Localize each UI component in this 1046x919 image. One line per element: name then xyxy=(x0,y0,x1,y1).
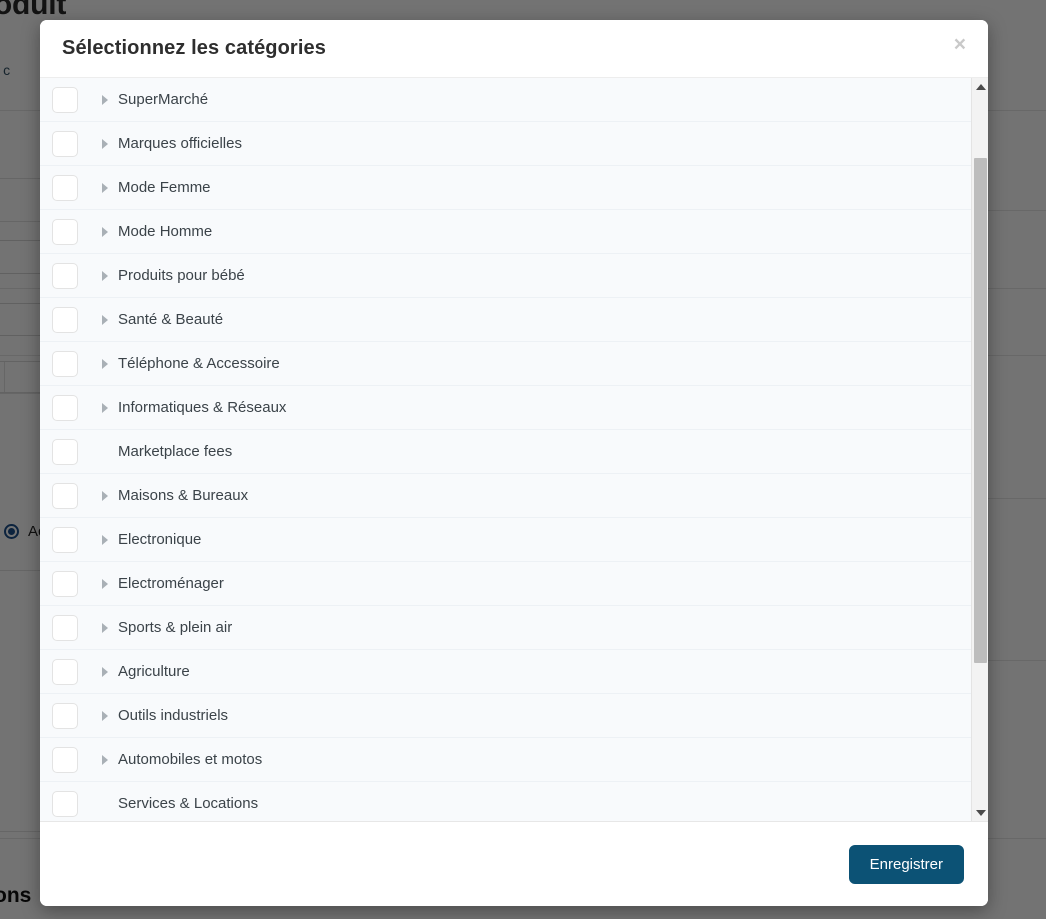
category-row[interactable]: Santé & Beauté xyxy=(40,298,988,342)
scroll-up-button[interactable] xyxy=(972,78,988,95)
expand-triangle-icon[interactable] xyxy=(102,402,108,413)
expand-triangle-icon[interactable] xyxy=(102,754,108,765)
category-row[interactable]: Marques officielles xyxy=(40,122,988,166)
category-checkbox[interactable] xyxy=(52,746,78,773)
triangle-up-icon xyxy=(975,83,986,90)
category-label: Sports & plein air xyxy=(118,619,233,636)
category-checkbox[interactable] xyxy=(52,702,78,729)
category-checkbox[interactable] xyxy=(52,394,78,421)
category-list-viewport: SuperMarché Marques officielles Mode Femme… xyxy=(40,78,988,821)
expand-triangle-icon[interactable] xyxy=(102,182,108,193)
category-row[interactable]: Marketplace fees xyxy=(40,430,988,474)
category-label: Marques officielles xyxy=(118,135,242,152)
expand-triangle-icon[interactable] xyxy=(102,138,108,149)
category-checkbox[interactable] xyxy=(52,570,78,597)
category-row[interactable]: Outils industriels xyxy=(40,694,988,738)
category-row[interactable]: Sports & plein air xyxy=(40,606,988,650)
scroll-down-button[interactable] xyxy=(972,804,988,821)
category-label: SuperMarché xyxy=(118,91,209,108)
category-checkbox[interactable] xyxy=(52,614,78,641)
category-checkbox[interactable] xyxy=(52,306,78,333)
category-row[interactable]: SuperMarché xyxy=(40,78,988,122)
save-button[interactable]: Enregistrer xyxy=(848,844,964,884)
category-list: SuperMarché Marques officielles Mode Femme… xyxy=(40,78,988,821)
category-label: Maisons & Bureaux xyxy=(118,487,249,504)
category-row[interactable]: Mode Homme xyxy=(40,210,988,254)
category-checkbox[interactable] xyxy=(52,262,78,289)
category-row[interactable]: Maisons & Bureaux xyxy=(40,474,988,518)
category-row[interactable]: Agriculture xyxy=(40,650,988,694)
category-checkbox[interactable] xyxy=(52,482,78,509)
category-label: Mode Homme xyxy=(118,223,213,240)
category-row[interactable]: Automobiles et motos xyxy=(40,738,988,782)
modal-title: Sélectionnez les catégories xyxy=(62,37,326,59)
category-label: Electronique xyxy=(118,531,202,548)
expand-triangle-icon[interactable] xyxy=(102,226,108,237)
expand-triangle-icon[interactable] xyxy=(102,314,108,325)
triangle-down-icon xyxy=(975,809,986,816)
category-checkbox[interactable] xyxy=(52,526,78,553)
category-label: Agriculture xyxy=(118,663,190,680)
category-label: Automobiles et motos xyxy=(118,751,263,768)
expand-triangle-icon[interactable] xyxy=(102,666,108,677)
modal-header: Sélectionnez les catégories × xyxy=(40,20,988,77)
close-icon[interactable]: × xyxy=(948,30,972,59)
vertical-scrollbar[interactable] xyxy=(971,78,988,821)
category-checkbox[interactable] xyxy=(52,130,78,157)
expand-triangle-icon[interactable] xyxy=(102,490,108,501)
category-checkbox[interactable] xyxy=(52,174,78,201)
expand-triangle-icon[interactable] xyxy=(102,534,108,545)
category-checkbox[interactable] xyxy=(52,86,78,113)
category-label: Marketplace fees xyxy=(118,443,233,460)
category-row[interactable]: Informatiques & Réseaux xyxy=(40,386,988,430)
category-row[interactable]: Produits pour bébé xyxy=(40,254,988,298)
category-label: Mode Femme xyxy=(118,179,211,196)
expand-triangle-icon[interactable] xyxy=(102,710,108,721)
category-checkbox[interactable] xyxy=(52,658,78,685)
category-label: Outils industriels xyxy=(118,707,229,724)
category-label: Electroménager xyxy=(118,575,224,592)
category-label: Téléphone & Accessoire xyxy=(118,355,280,372)
category-row[interactable]: Mode Femme xyxy=(40,166,988,210)
category-label: Santé & Beauté xyxy=(118,311,224,328)
select-categories-modal: Sélectionnez les catégories × SuperMarch… xyxy=(40,20,988,906)
expand-triangle-icon[interactable] xyxy=(102,94,108,105)
category-checkbox[interactable] xyxy=(52,438,78,465)
category-label: Informatiques & Réseaux xyxy=(118,399,287,416)
category-row[interactable]: Electroménager xyxy=(40,562,988,606)
category-row[interactable]: Téléphone & Accessoire xyxy=(40,342,988,386)
page-root: u produit ais sur c Auc 0.00 <> Actif on… xyxy=(0,0,1046,919)
category-label: Produits pour bébé xyxy=(118,267,245,284)
category-label: Services & Locations xyxy=(118,795,259,812)
category-checkbox[interactable] xyxy=(52,790,78,817)
category-checkbox[interactable] xyxy=(52,218,78,245)
modal-body: SuperMarché Marques officielles Mode Femme… xyxy=(40,77,988,822)
expand-triangle-icon[interactable] xyxy=(102,622,108,633)
expand-triangle-icon[interactable] xyxy=(102,578,108,589)
scrollbar-thumb[interactable] xyxy=(974,158,987,663)
category-row[interactable]: Services & Locations xyxy=(40,782,988,821)
category-row[interactable]: Electronique xyxy=(40,518,988,562)
modal-footer: Enregistrer xyxy=(40,822,988,906)
category-checkbox[interactable] xyxy=(52,350,78,377)
expand-triangle-icon[interactable] xyxy=(102,358,108,369)
expand-triangle-icon[interactable] xyxy=(102,270,108,281)
